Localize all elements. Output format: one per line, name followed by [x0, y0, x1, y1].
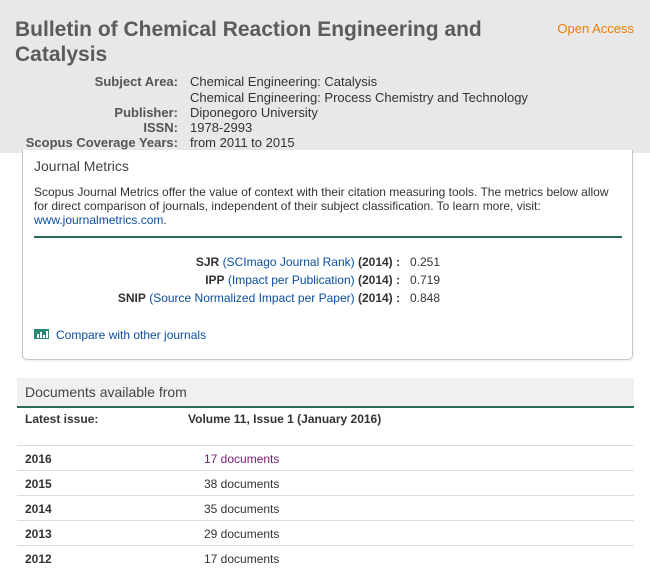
compare-journals-link[interactable]: Compare with other journals: [56, 327, 206, 343]
metric-abbr: SJR: [195, 255, 220, 269]
bar-chart-icon: [34, 329, 49, 339]
metrics-description: Scopus Journal Metrics offer the value o…: [34, 185, 624, 227]
latest-issue-row: Latest issue: Volume 11, Issue 1 (Januar…: [17, 408, 634, 441]
table-row: 2015 38 documents: [17, 470, 634, 495]
year-cell: 2013: [25, 527, 52, 541]
metrics-divider: [34, 236, 622, 238]
subject-area-value-2: Chemical Engineering: Process Chemistry …: [190, 90, 528, 105]
issn-label: ISSN:: [143, 120, 178, 135]
metric-label-sjr: SJR (SCImago Journal Rank) (2014) :: [196, 254, 400, 270]
journal-title: Bulletin of Chemical Reaction Engineerin…: [15, 18, 482, 66]
coverage-label: Scopus Coverage Years:: [25, 135, 178, 150]
journalmetrics-link[interactable]: www.journalmetrics.com: [34, 213, 163, 227]
documents-link[interactable]: 17 documents: [204, 552, 279, 566]
documents-link[interactable]: 17 documents: [204, 452, 279, 466]
metric-row-sjr: SJR (SCImago Journal Rank) (2014) : 0.25…: [23, 254, 632, 270]
year-cell: 2016: [25, 452, 52, 466]
documents-link[interactable]: 29 documents: [204, 527, 279, 541]
metric-row-ipp: IPP (Impact per Publication) (2014) : 0.…: [23, 272, 632, 288]
table-row: 2013 29 documents: [17, 520, 634, 545]
metric-abbr: SNIP: [117, 291, 146, 305]
table-row: 2016 17 documents: [17, 445, 634, 470]
year-cell: 2012: [25, 552, 52, 566]
subject-area-label: Subject Area:: [94, 74, 178, 89]
open-access-link[interactable]: Open Access: [557, 21, 634, 36]
metric-year: (2014) :: [357, 273, 400, 287]
metric-value-sjr: 0.251: [410, 255, 441, 269]
issn-row: ISSN: 1978-2993: [0, 120, 650, 136]
subject-area-row-2: Chemical Engineering: Process Chemistry …: [0, 90, 650, 106]
issn-value: 1978-2993: [190, 120, 253, 135]
documents-link[interactable]: 35 documents: [204, 502, 279, 516]
metrics-title: Journal Metrics: [34, 158, 129, 174]
year-cell: 2014: [25, 502, 52, 516]
journal-header: Bulletin of Chemical Reaction Engineerin…: [0, 0, 650, 153]
sjr-link[interactable]: (SCImago Journal Rank): [223, 255, 355, 269]
metric-year: (2014) :: [357, 255, 400, 269]
latest-issue-label: Latest issue:: [25, 412, 99, 426]
metric-label-snip: SNIP (Source Normalized Impact per Paper…: [118, 290, 400, 306]
metric-year: (2014) :: [357, 291, 400, 305]
metric-value-snip: 0.848: [410, 291, 441, 305]
table-row: 2014 35 documents: [17, 495, 634, 520]
metric-row-snip: SNIP (Source Normalized Impact per Paper…: [23, 290, 632, 306]
metric-value-ipp: 0.719: [410, 273, 441, 287]
latest-issue-value: Volume 11, Issue 1 (January 2016): [188, 412, 382, 426]
year-cell: 2015: [25, 477, 52, 491]
documents-title: Documents available from: [25, 384, 187, 400]
metric-abbr: IPP: [205, 273, 225, 287]
table-row: 2012 17 documents: [17, 545, 634, 570]
link-suffix: .: [163, 213, 167, 227]
publisher-value: Diponegoro University: [190, 105, 318, 120]
coverage-value: from 2011 to 2015: [190, 135, 295, 150]
journal-metrics-panel: Journal Metrics Scopus Journal Metrics o…: [22, 150, 633, 360]
coverage-row: Scopus Coverage Years: from 2011 to 2015: [0, 135, 650, 151]
subject-area-row: Subject Area: Chemical Engineering: Cata…: [0, 74, 650, 90]
metric-label-ipp: IPP (Impact per Publication) (2014) :: [205, 272, 400, 288]
publisher-row: Publisher: Diponegoro University: [0, 105, 650, 121]
metrics-description-text: Scopus Journal Metrics offer the value o…: [34, 185, 609, 213]
documents-header: Documents available from: [17, 378, 634, 406]
documents-link[interactable]: 38 documents: [204, 477, 279, 491]
ipp-link[interactable]: (Impact per Publication): [228, 273, 355, 287]
publisher-label: Publisher:: [114, 105, 178, 120]
subject-area-value-1: Chemical Engineering: Catalysis: [190, 74, 378, 89]
snip-link[interactable]: (Source Normalized Impact per Paper): [149, 291, 354, 305]
